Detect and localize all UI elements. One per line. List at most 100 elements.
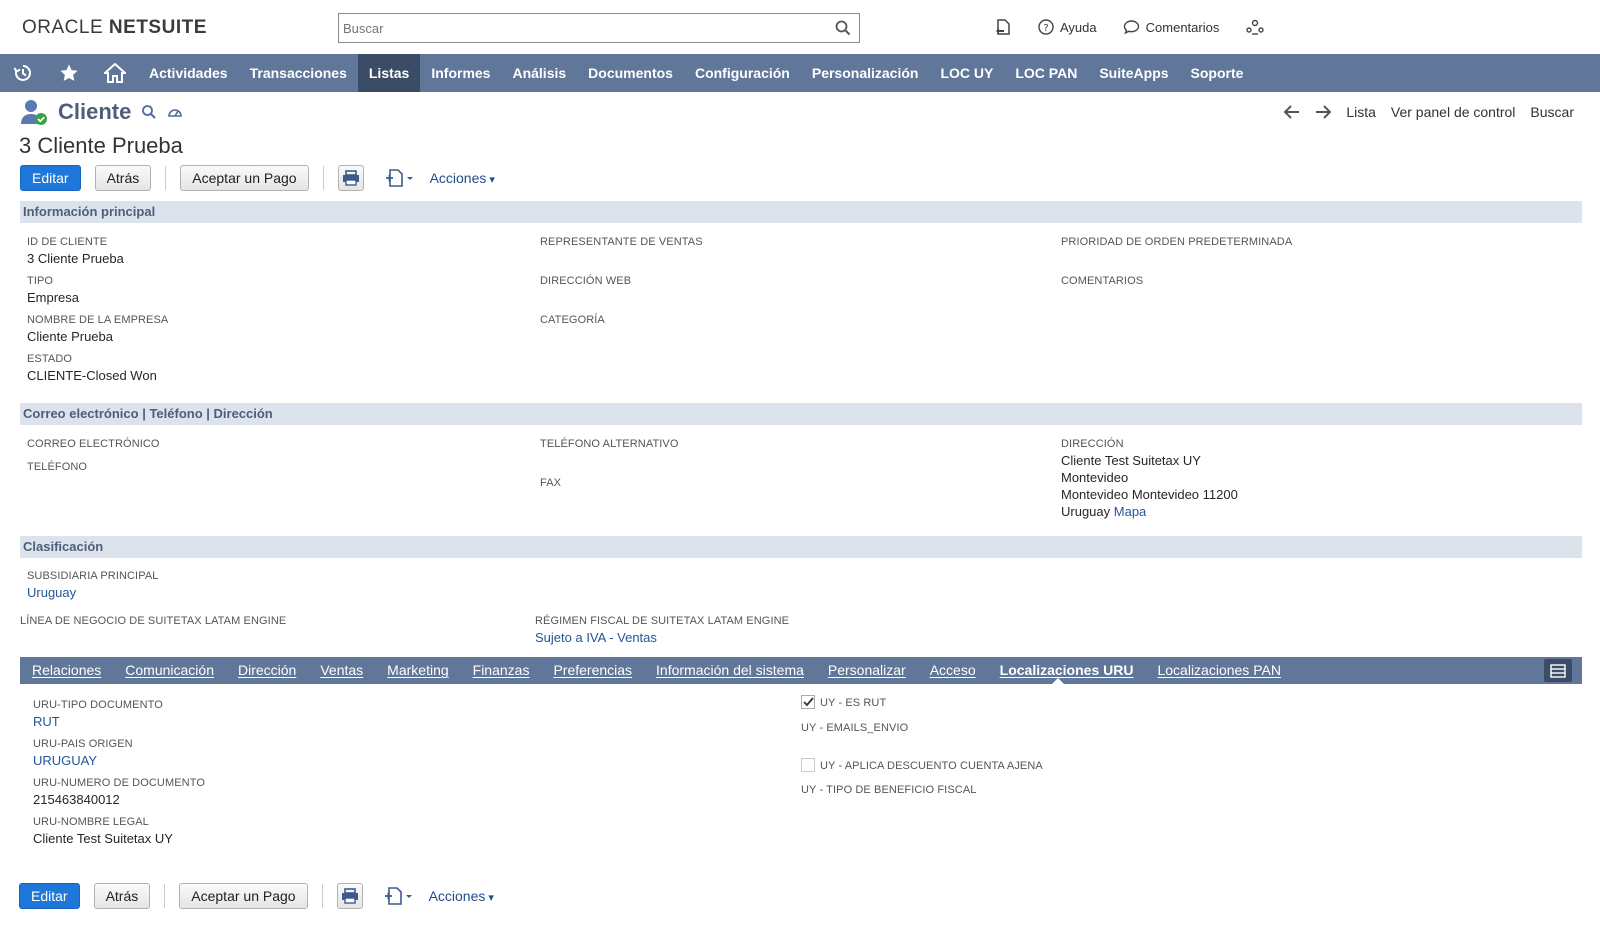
subtab-layout-toggle[interactable]: [1544, 659, 1572, 682]
tab-localizaciones-uru[interactable]: Localizaciones URU: [988, 657, 1146, 684]
home-icon[interactable]: [92, 54, 138, 92]
divider: [322, 166, 324, 190]
netsuite-logo[interactable]: ORACLE NETSUITE: [22, 17, 207, 39]
accept-payment-button[interactable]: Aceptar un Pago: [180, 165, 309, 191]
accept-payment-button-bottom[interactable]: Aceptar un Pago: [179, 883, 308, 909]
tab-comunicacion[interactable]: Comunicación: [113, 657, 226, 684]
field-tax-regime: RÉGIMEN FISCAL DE SUITETAX LATAM ENGINE …: [535, 614, 789, 646]
tab-marketing[interactable]: Marketing: [375, 657, 460, 684]
recent-history-icon[interactable]: [0, 54, 46, 92]
tab-localizaciones-pan[interactable]: Localizaciones PAN: [1145, 657, 1292, 684]
field-label: NOMBRE DE LA EMPRESA: [27, 314, 169, 326]
print-button-bottom[interactable]: [336, 883, 363, 909]
tab-personalizar[interactable]: Personalizar: [816, 657, 918, 684]
field-comments: COMENTARIOS: [1061, 274, 1143, 289]
print-button[interactable]: [337, 165, 364, 191]
favorites-star-icon[interactable]: [46, 54, 92, 92]
search-record-icon[interactable]: [141, 104, 157, 120]
field-label: RÉGIMEN FISCAL DE SUITETAX LATAM ENGINE: [535, 615, 790, 627]
list-view-icon: [1550, 663, 1566, 678]
field-category: CATEGORÍA: [540, 313, 605, 328]
new-record-dropdown-bottom[interactable]: [383, 886, 413, 906]
tab-preferencias[interactable]: Preferencias: [541, 657, 644, 684]
field-label: PRIORIDAD DE ORDEN PREDETERMINADA: [1061, 236, 1293, 248]
next-arrow-icon[interactable]: [1315, 105, 1332, 119]
record-type-header: Cliente: [20, 98, 183, 126]
nav-item-listas[interactable]: Listas: [357, 54, 421, 92]
field-label: UY - EMAILS_ENVIO: [801, 722, 909, 734]
back-button-bottom[interactable]: Atrás: [93, 883, 151, 909]
doc-type-link[interactable]: RUT: [33, 713, 163, 730]
global-search[interactable]: [338, 13, 860, 43]
new-record-dropdown[interactable]: [384, 168, 414, 188]
tab-relaciones[interactable]: Relaciones: [20, 657, 113, 684]
printer-icon: [341, 888, 358, 904]
tab-finanzas[interactable]: Finanzas: [461, 657, 542, 684]
recent-records-icon[interactable]: [994, 18, 1012, 36]
country-link[interactable]: URUGUAY: [33, 752, 133, 769]
dashboard-icon[interactable]: [167, 104, 183, 120]
es-rut-checkbox[interactable]: [801, 695, 815, 709]
nav-item-soporte[interactable]: Soporte: [1180, 54, 1255, 92]
nav-item-transacciones[interactable]: Transacciones: [239, 54, 358, 92]
nav-item-actividades[interactable]: Actividades: [138, 54, 239, 92]
field-value: 3 Cliente Prueba: [27, 251, 124, 266]
field-label: URU-PAIS ORIGEN: [33, 738, 133, 750]
bottom-button-row: Editar Atrás Aceptar un Pago Acciones: [19, 883, 494, 909]
comments-link[interactable]: Comentarios: [1123, 19, 1219, 35]
section-header-contact: Correo electrónico | Teléfono | Direcció…: [20, 403, 1582, 425]
nav-item-configuracion[interactable]: Configuración: [684, 54, 801, 92]
nav-item-analisis[interactable]: Análisis: [501, 54, 577, 92]
tab-direccion[interactable]: Dirección: [226, 657, 308, 684]
tab-informacion-sistema[interactable]: Información del sistema: [644, 657, 816, 684]
field-phone: TELÉFONO: [27, 460, 87, 475]
previous-arrow-icon[interactable]: [1284, 105, 1300, 119]
checkmark-icon: [802, 697, 814, 707]
tab-acceso[interactable]: Acceso: [918, 657, 988, 684]
record-name: 3 Cliente Prueba: [19, 133, 183, 158]
field-type: TIPO Empresa: [27, 274, 79, 306]
field-uru-doc-number: URU-NUMERO DE DOCUMENTO 215463840012: [33, 776, 205, 808]
field-business-line: LÍNEA DE NEGOCIO DE SUITETAX LATAM ENGIN…: [20, 614, 286, 629]
nav-item-suiteapps[interactable]: SuiteApps: [1088, 54, 1179, 92]
nav-item-documentos[interactable]: Documentos: [577, 54, 684, 92]
customer-icon: [21, 100, 47, 125]
dashboard-link[interactable]: Ver panel de control: [1391, 104, 1516, 120]
tab-ventas[interactable]: Ventas: [308, 657, 375, 684]
edit-button[interactable]: Editar: [20, 165, 81, 191]
address-line: Montevideo: [1061, 470, 1129, 485]
record-navigation: Lista Ver panel de control Buscar: [1284, 104, 1574, 120]
field-label: URU-NOMBRE LEGAL: [33, 816, 149, 828]
nav-item-personalizacion[interactable]: Personalización: [801, 54, 930, 92]
nav-item-loc-uy[interactable]: LOC UY: [929, 54, 1004, 92]
field-value: Empresa: [27, 290, 80, 305]
list-link[interactable]: Lista: [1346, 104, 1376, 120]
help-link[interactable]: ? Ayuda: [1038, 19, 1097, 35]
new-document-icon: [385, 169, 413, 187]
field-label: ID DE CLIENTE: [27, 236, 108, 248]
tax-regime-link[interactable]: Sujeto a IVA - Ventas: [535, 629, 789, 646]
discount-checkbox[interactable]: [801, 758, 815, 772]
search-link[interactable]: Buscar: [1530, 104, 1574, 120]
field-label: TELÉFONO: [27, 461, 88, 473]
search-icon[interactable]: [835, 20, 851, 41]
search-input[interactable]: [339, 14, 819, 42]
divider: [165, 166, 167, 190]
role-switch-icon[interactable]: [1245, 18, 1265, 36]
actions-menu-bottom[interactable]: Acciones: [429, 888, 494, 904]
field-label: UY - ES RUT: [820, 697, 887, 709]
nav-item-loc-pan[interactable]: LOC PAN: [1004, 54, 1088, 92]
subsidiary-link[interactable]: Uruguay: [27, 584, 159, 601]
nav-item-informes[interactable]: Informes: [420, 54, 501, 92]
divider: [321, 884, 323, 908]
field-email: CORREO ELECTRÓNICO: [27, 437, 160, 452]
back-button[interactable]: Atrás: [94, 165, 152, 191]
field-web-address: DIRECCIÓN WEB: [540, 274, 631, 289]
actions-menu[interactable]: Acciones: [430, 170, 495, 186]
edit-button-bottom[interactable]: Editar: [19, 883, 80, 909]
map-link[interactable]: Mapa: [1114, 504, 1147, 519]
field-value: Cliente Prueba: [27, 329, 113, 344]
address-country-line: Uruguay Mapa: [1061, 503, 1238, 520]
field-uy-benefit-type: UY - TIPO DE BENEFICIO FISCAL: [801, 783, 976, 798]
address-country: Uruguay: [1061, 504, 1111, 519]
